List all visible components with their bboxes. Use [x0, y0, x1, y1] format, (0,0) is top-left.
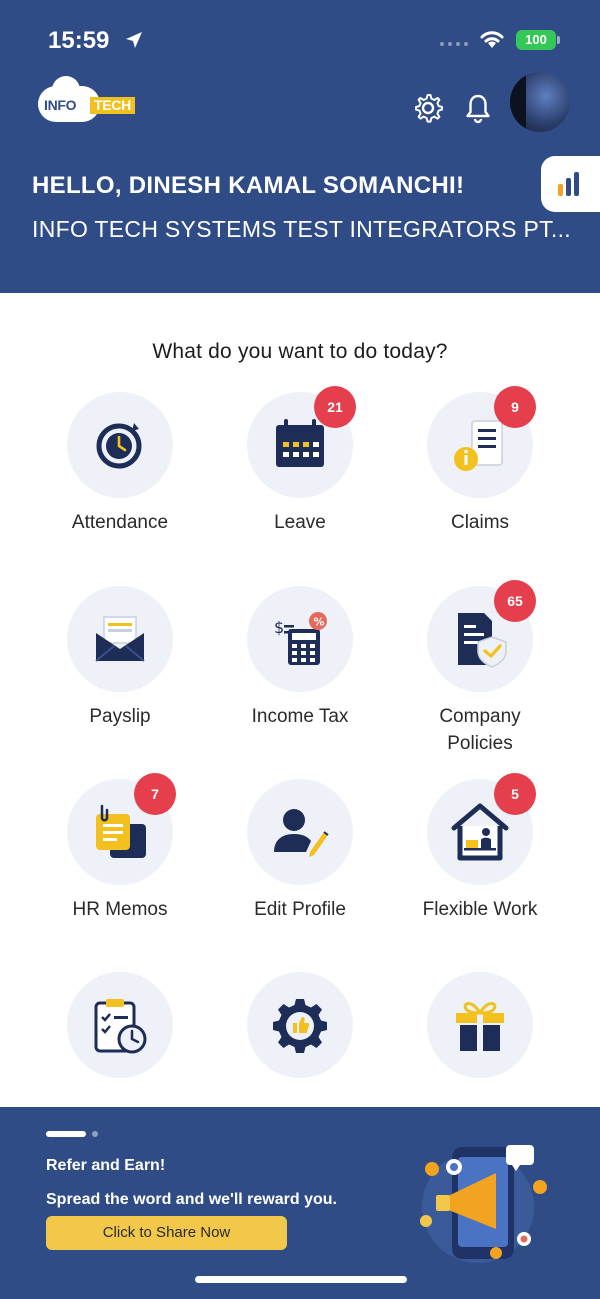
- svg-text:%: %: [314, 616, 325, 629]
- tile-label: Company Policies: [439, 706, 521, 754]
- battery-indicator: 100: [516, 30, 560, 50]
- feedback-gear-icon: [273, 999, 327, 1053]
- badge-count: 65: [494, 580, 536, 622]
- greeting-text: HELLO, DINESH KAMAL SOMANCHI!: [32, 172, 465, 199]
- logo-text-info: INFO: [44, 97, 77, 113]
- tile-label: Claims: [450, 512, 510, 533]
- refer-banner[interactable]: Refer and Earn! Spread the word and we'l…: [0, 1107, 600, 1299]
- company-logo: INFO TECH: [38, 76, 150, 126]
- calculator-icon: $ %: [274, 612, 327, 665]
- wifi-icon: [480, 31, 504, 48]
- home-screen: 15:59 100 INFO TECH HELLO, DINESH KAMAL …: [0, 0, 600, 1299]
- tile-label: Edit Profile: [254, 899, 346, 920]
- settings-gear-icon[interactable]: [412, 92, 444, 124]
- policy-shield-icon: [458, 613, 507, 668]
- badge-count: 21: [314, 386, 356, 428]
- header: 15:59 100 INFO TECH HELLO, DINESH KAMAL …: [0, 0, 600, 293]
- share-now-button[interactable]: Click to Share Now: [46, 1216, 287, 1250]
- claims-receipt-icon: [454, 420, 503, 471]
- work-from-home-icon: [451, 803, 509, 861]
- banner-subtitle: Spread the word and we'll reward you.: [46, 1191, 337, 1208]
- carousel-indicator: [46, 1131, 98, 1137]
- calendar-icon: [276, 419, 324, 467]
- bar-chart-icon: [558, 172, 579, 196]
- company-name: INFO TECH SYSTEMS TEST INTEGRATORS PT...: [32, 216, 571, 242]
- memo-notes-icon: [96, 804, 146, 858]
- badge-count: 5: [494, 773, 536, 815]
- tile-label: Payslip: [89, 706, 151, 727]
- cellular-signal-icon: [440, 42, 468, 46]
- home-indicator[interactable]: [195, 1276, 407, 1283]
- tile-label: Flexible Work: [422, 899, 538, 920]
- attendance-clock-icon: [96, 423, 142, 469]
- tile-label: HR Memos: [72, 899, 168, 920]
- profile-avatar[interactable]: [510, 72, 570, 132]
- edit-profile-icon: [274, 809, 329, 857]
- status-time: 15:59: [48, 27, 110, 54]
- location-arrow-icon: [126, 32, 142, 48]
- banner-title: Refer and Earn!: [46, 1157, 166, 1174]
- badge-count: 9: [494, 386, 536, 428]
- tile-label: Leave: [274, 512, 326, 533]
- tile-label: Attendance: [71, 512, 169, 533]
- tile-label: Income Tax: [251, 706, 349, 727]
- megaphone-illustration-icon: [420, 1145, 547, 1263]
- analytics-chart-button[interactable]: [541, 156, 600, 212]
- envelope-icon: [95, 616, 145, 662]
- gift-icon: [456, 1002, 504, 1051]
- badge-count: 7: [134, 773, 176, 815]
- svg-text:$: $: [274, 618, 284, 637]
- notification-bell-icon[interactable]: [462, 92, 494, 124]
- action-prompt: What do you want to do today?: [152, 340, 448, 363]
- logo-text-tech: TECH: [90, 97, 135, 114]
- timesheet-icon: [94, 999, 147, 1054]
